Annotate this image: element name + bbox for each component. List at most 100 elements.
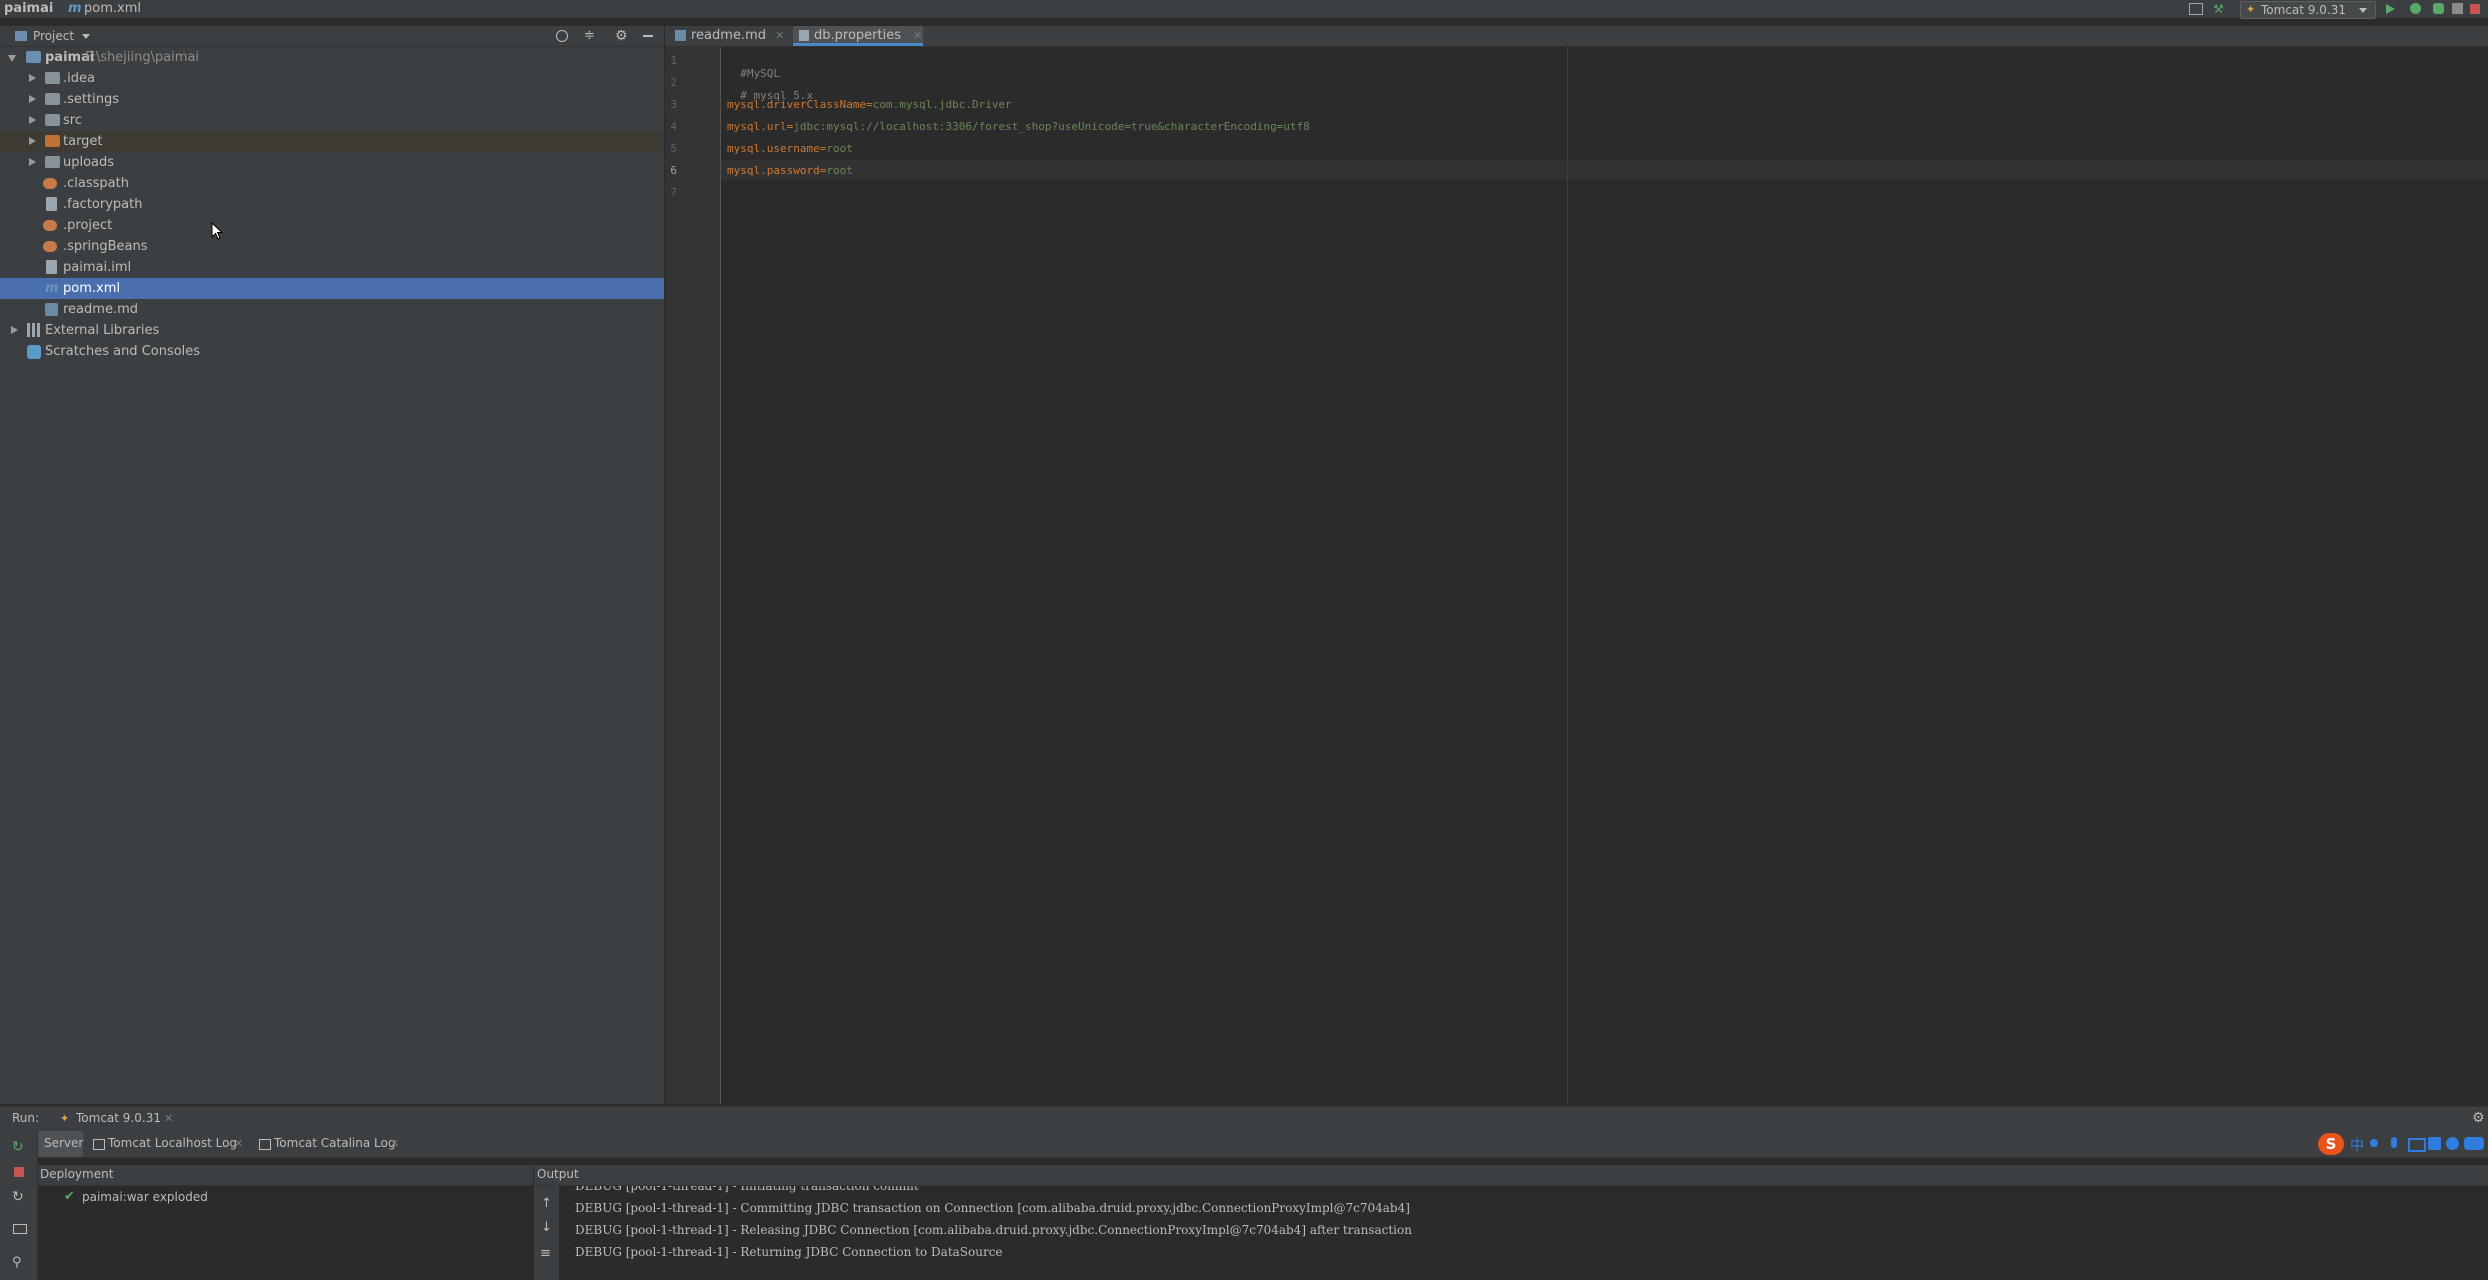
tomcat-icon: ✦ [60, 1112, 70, 1125]
punctuation-icon[interactable] [2370, 1139, 2378, 1147]
soft-wrap-icon[interactable]: ≡ [540, 1246, 551, 1261]
scratches-icon [27, 345, 41, 359]
tree-item-readme[interactable]: readme.md [0, 299, 664, 320]
project-panel-title[interactable]: Project [33, 29, 74, 43]
tab-readme[interactable]: readme.md ✕ [671, 26, 791, 46]
markdown-file-icon [675, 30, 686, 41]
arrow-down-icon[interactable]: ↓ [541, 1220, 552, 1235]
microphone-icon[interactable] [2391, 1137, 2397, 1148]
tree-item-idea[interactable]: .idea [0, 68, 664, 89]
iml-file-icon [46, 260, 57, 274]
close-icon[interactable]: ✕ [164, 1112, 173, 1125]
tree-item-label: paimai.iml [63, 260, 132, 275]
deployment-item[interactable]: ✔ paimai:war exploded [60, 1189, 530, 1209]
skin-icon[interactable] [2428, 1137, 2441, 1150]
expand-arrow-icon[interactable] [27, 89, 37, 110]
expand-arrow-icon[interactable] [27, 68, 37, 89]
expand-arrow-icon[interactable] [27, 131, 37, 152]
arrow-up-icon[interactable]: ↑ [541, 1196, 552, 1211]
line-number: 5 [670, 142, 677, 155]
collapse-all-icon[interactable]: ≑ [584, 28, 595, 44]
tree-item-paimai-iml[interactable]: paimai.iml [0, 257, 664, 278]
line-number: 3 [670, 98, 677, 111]
tab-catalina-log[interactable]: Tomcat Catalina Log [274, 1136, 395, 1150]
library-icon [27, 323, 43, 337]
hide-icon[interactable] [643, 35, 653, 37]
toolbox-icon[interactable] [2446, 1137, 2459, 1150]
layout-icon[interactable] [2189, 3, 2203, 15]
pin-icon[interactable]: ⚲ [12, 1255, 22, 1270]
tree-item-project[interactable]: .project [0, 215, 664, 236]
tab-db-properties[interactable]: db.properties ✕ [793, 26, 923, 46]
more-icon[interactable] [2464, 1137, 2484, 1150]
breadcrumb-project[interactable]: paimai [4, 1, 53, 16]
rerun-icon[interactable]: ↻ [12, 1139, 24, 1155]
code-editor[interactable] [721, 47, 2488, 1104]
tree-item-settings[interactable]: .settings [0, 89, 664, 110]
coverage-icon[interactable] [2433, 3, 2444, 14]
tab-label: readme.md [691, 28, 766, 43]
stop-icon[interactable] [2470, 4, 2480, 14]
expand-arrow-icon[interactable] [27, 152, 37, 173]
tab-server[interactable]: Server [38, 1131, 83, 1157]
line-number-gutter [665, 47, 721, 1104]
tree-item-src[interactable]: src [0, 110, 664, 131]
close-icon[interactable]: ✕ [234, 1137, 243, 1150]
property-value: com.mysql.jdbc.Driver [872, 98, 1012, 111]
debug-icon[interactable] [2410, 3, 2421, 14]
stop-icon[interactable] [14, 1167, 24, 1177]
tree-item-scratches[interactable]: Scratches and Consoles [0, 341, 664, 362]
tree-root-paimai[interactable]: paimai F:\shejiing\paimai [0, 47, 664, 68]
tree-item-classpath[interactable]: .classpath [0, 173, 664, 194]
update-icon[interactable]: ↻ [12, 1189, 24, 1205]
tree-item-uploads[interactable]: uploads [0, 152, 664, 173]
tree-item-label: .project [63, 218, 113, 233]
close-icon[interactable]: ✕ [390, 1137, 399, 1150]
close-icon[interactable]: ✕ [913, 26, 922, 46]
excluded-folder-icon [45, 135, 60, 147]
expand-arrow-icon[interactable] [8, 47, 18, 68]
maven-icon: m [68, 1, 82, 16]
tree-item-external-libraries[interactable]: External Libraries [0, 320, 664, 341]
deployment-title: Deployment [40, 1167, 114, 1181]
run-icon[interactable] [2386, 4, 2395, 14]
line-number: 2 [670, 76, 677, 89]
tree-item-springbeans[interactable]: .springBeans [0, 236, 664, 257]
tree-root-path: F:\shejiing\paimai [85, 50, 200, 65]
locate-icon[interactable] [556, 30, 568, 42]
gear-icon[interactable]: ⚙ [615, 28, 628, 44]
tab-label: db.properties [814, 28, 901, 43]
expand-arrow-icon[interactable] [9, 320, 19, 341]
tree-item-pom-xml[interactable]: m pom.xml [0, 278, 664, 299]
ime-toolbar[interactable]: S 中 [2318, 1133, 2488, 1155]
log-line: DEBUG [pool-1-thread-1] - Releasing JDBC… [575, 1223, 1412, 1237]
profile-icon[interactable] [2452, 3, 2463, 14]
keyboard-icon[interactable] [2408, 1138, 2426, 1152]
run-config-tab[interactable]: Tomcat 9.0.31 [76, 1111, 161, 1125]
tree-item-label: .springBeans [63, 239, 148, 254]
deployment-header: Deployment [38, 1165, 533, 1186]
tree-item-target[interactable]: target [0, 131, 664, 152]
tree-item-label: src [63, 113, 82, 128]
folder-icon [45, 114, 60, 126]
property-value: jdbc:mysql://localhost:3306/forest_shop?… [793, 120, 1310, 133]
build-hammer-icon[interactable]: ⚒ [2213, 2, 2224, 16]
tree-item-factorypath[interactable]: .factorypath [0, 194, 664, 215]
expand-arrow-icon[interactable] [27, 110, 37, 131]
ime-language-toggle[interactable]: 中 [2350, 1135, 2364, 1155]
chevron-down-icon [2359, 8, 2367, 13]
chevron-down-icon[interactable] [82, 34, 90, 39]
run-config-selector[interactable]: ✦ Tomcat 9.0.31 [2240, 1, 2376, 19]
run-config-label: Tomcat 9.0.31 [2261, 3, 2346, 17]
run-window-header: Run: ✦ Tomcat 9.0.31 ✕ ⚙ [0, 1106, 2488, 1131]
close-icon[interactable]: ✕ [775, 26, 784, 46]
gear-icon[interactable]: ⚙ [2472, 1110, 2485, 1126]
sogou-logo-icon[interactable]: S [2318, 1133, 2344, 1155]
mouse-cursor-icon [211, 222, 223, 240]
tree-item-label: External Libraries [45, 323, 160, 338]
layout-icon[interactable] [13, 1224, 27, 1234]
tab-localhost-log[interactable]: Tomcat Localhost Log [108, 1136, 237, 1150]
breadcrumb-file[interactable]: pom.xml [84, 1, 141, 16]
line-number: 6 [670, 164, 677, 177]
tree-item-label: .idea [63, 71, 95, 86]
